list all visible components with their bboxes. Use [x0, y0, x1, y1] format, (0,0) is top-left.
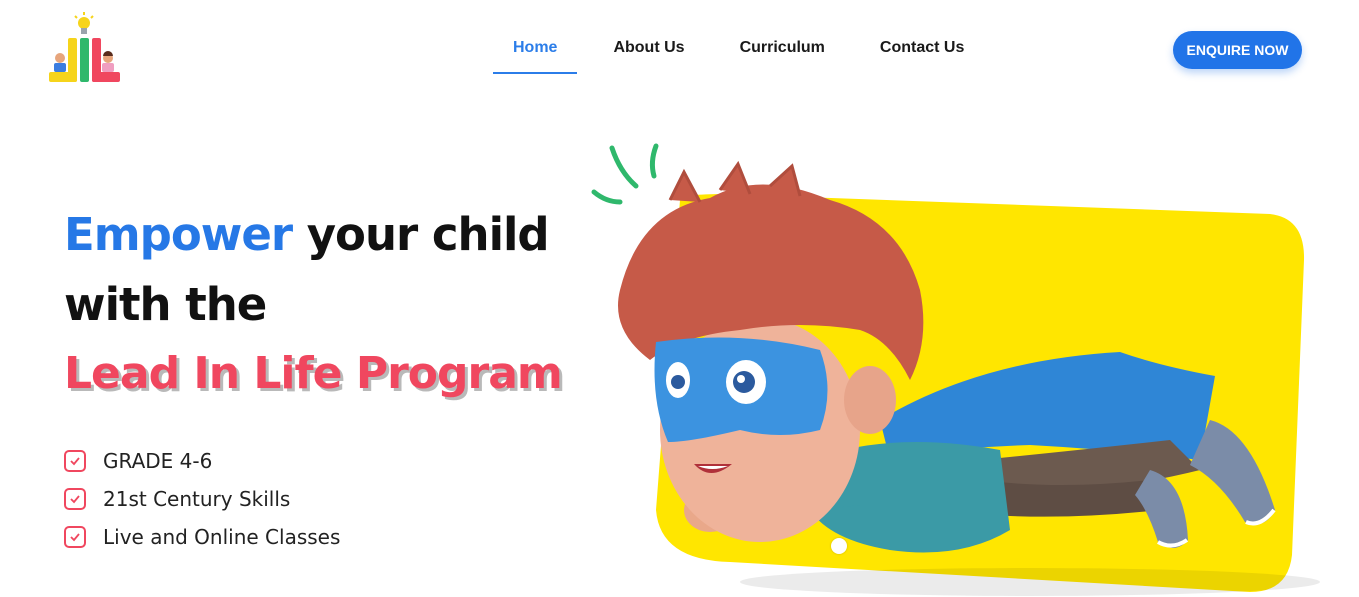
- lil-logo-icon: [49, 12, 120, 82]
- feature-label: Live and Online Classes: [103, 525, 341, 549]
- carousel-dot[interactable]: [831, 538, 847, 554]
- superhero-boy-illustration: [591, 143, 1320, 596]
- feature-list: GRADE 4-6 21st Century Skills Live and O…: [64, 442, 340, 556]
- feature-label: 21st Century Skills: [103, 487, 291, 511]
- hero-title-line2: with the: [64, 278, 267, 331]
- hero-highlight: Empower: [64, 208, 293, 261]
- program-name: Lead In Life Program: [64, 348, 563, 399]
- list-item: 21st Century Skills: [64, 480, 340, 518]
- check-box-icon: [64, 526, 86, 548]
- enquire-now-button[interactable]: ENQUIRE NOW: [1173, 31, 1302, 69]
- nav-home[interactable]: Home: [493, 30, 578, 74]
- nav-contact-us[interactable]: Contact Us: [880, 30, 964, 74]
- nav-curriculum[interactable]: Curriculum: [740, 30, 825, 74]
- site-logo[interactable]: [44, 12, 124, 88]
- feature-label: GRADE 4-6: [103, 449, 213, 473]
- check-box-icon: [64, 450, 86, 472]
- hero-title-rest: your child: [292, 208, 550, 261]
- main-nav: Home About Us Curriculum Contact Us: [493, 30, 964, 74]
- check-box-icon: [64, 488, 86, 510]
- hero-title-line1: Empower your child: [64, 208, 550, 261]
- nav-about-us[interactable]: About Us: [613, 30, 684, 74]
- list-item: Live and Online Classes: [64, 518, 340, 556]
- list-item: GRADE 4-6: [64, 442, 340, 480]
